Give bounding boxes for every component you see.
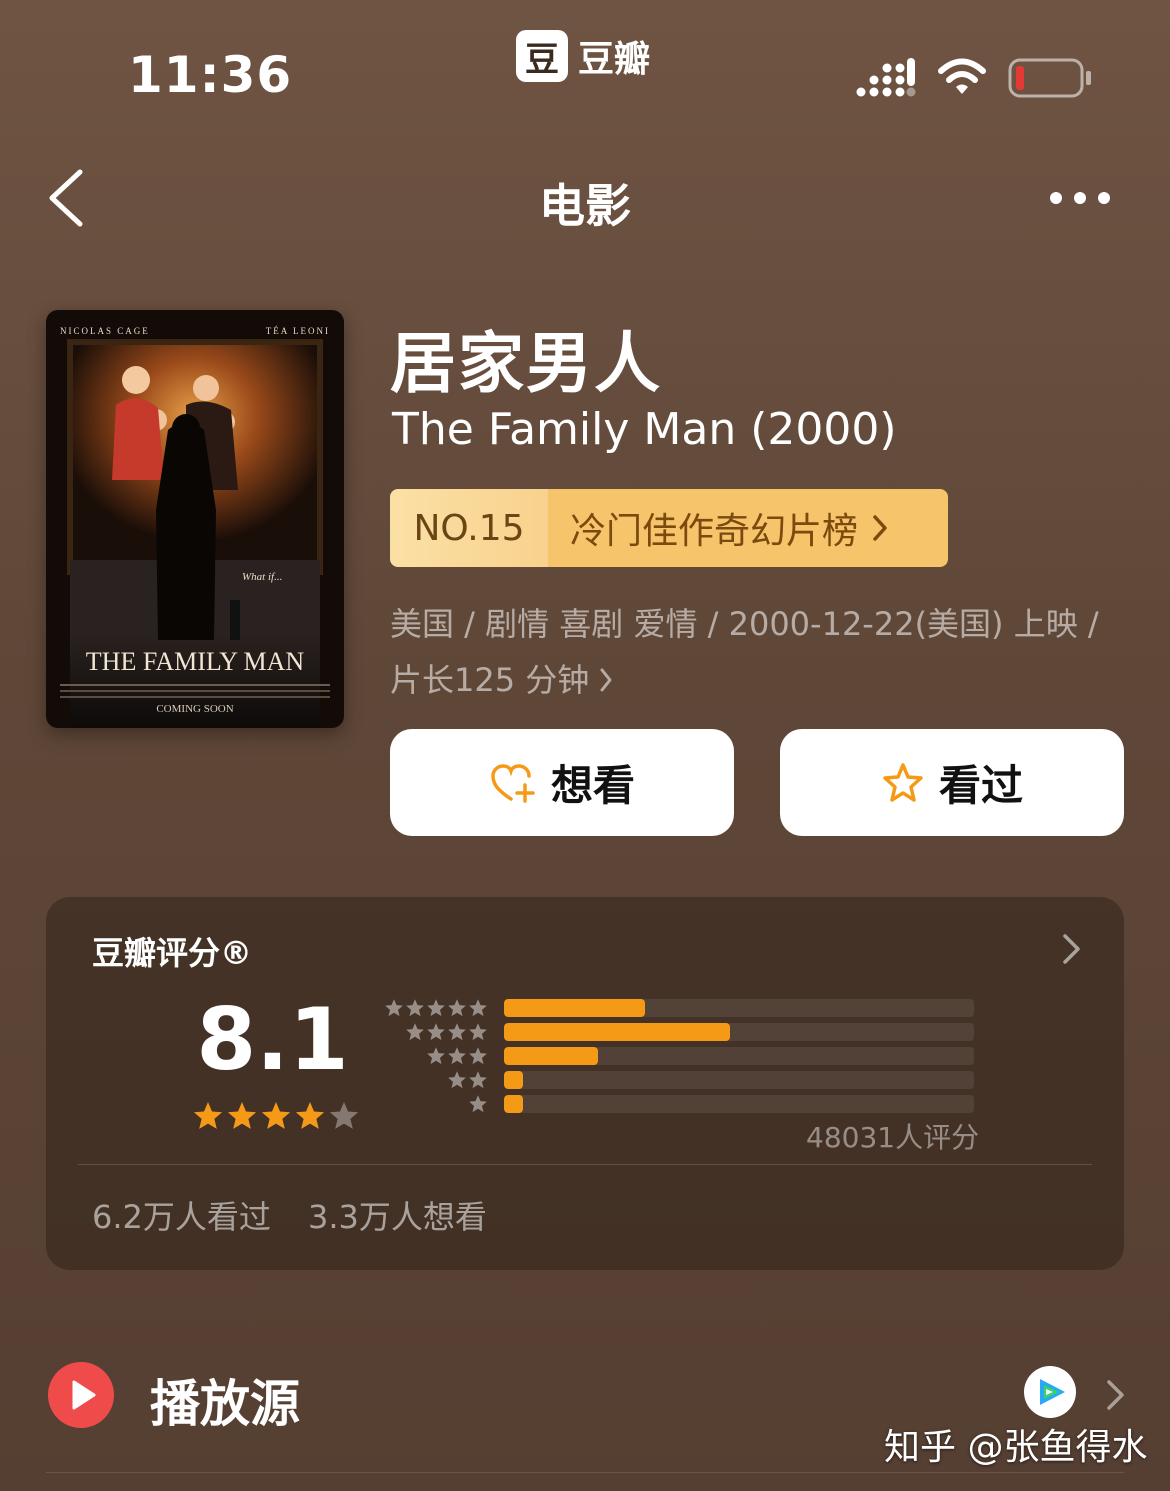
rating-row-2-star xyxy=(384,1070,974,1090)
rating-bar-fill xyxy=(504,1023,730,1041)
star-icon xyxy=(295,1102,325,1129)
heart-plus-icon xyxy=(491,763,535,803)
star-icon xyxy=(469,1095,487,1113)
star-icon xyxy=(193,1102,223,1129)
rating-row-3-star xyxy=(384,1046,974,1066)
rating-bar-track xyxy=(504,999,974,1017)
star-icon xyxy=(448,1071,466,1089)
chevron-right-icon[interactable] xyxy=(1104,1378,1128,1412)
rating-bar-fill xyxy=(504,1047,598,1065)
rating-bar-track xyxy=(504,1023,974,1041)
seen-label: 看过 xyxy=(938,761,1023,810)
row-stars xyxy=(384,1070,488,1090)
app-name: 豆瓣 xyxy=(578,39,651,80)
rating-row-1-star xyxy=(384,1094,974,1114)
rating-bar-fill xyxy=(504,1071,523,1089)
rating-bar-track xyxy=(504,1095,974,1113)
star-icon xyxy=(406,1023,424,1041)
wifi-icon xyxy=(938,58,986,94)
rating-row-5-star xyxy=(384,998,974,1018)
want-label: 想看 xyxy=(550,761,635,810)
play-icon xyxy=(48,1362,114,1428)
rank-list-link[interactable]: 冷门佳作奇幻片榜 xyxy=(548,489,948,567)
star-icon xyxy=(329,1102,359,1129)
chevron-right-icon xyxy=(600,668,612,692)
star-icon xyxy=(469,1047,487,1065)
divider xyxy=(46,1472,1124,1473)
rank-badge[interactable]: NO.15 冷门佳作奇幻片榜 xyxy=(390,489,948,567)
movie-meta: 美国 / 剧情 喜剧 爱情 / 2000-12-22(美国) 上映 / 片长12… xyxy=(390,596,1130,708)
star-outline-icon xyxy=(883,762,923,802)
row-stars xyxy=(384,1046,488,1066)
row-stars xyxy=(384,1022,488,1042)
divider xyxy=(78,1164,1092,1165)
rating-title: 豆瓣评分® xyxy=(92,934,253,972)
star-icon xyxy=(227,1102,257,1129)
poster-footer: COMING SOON xyxy=(156,703,233,715)
cellular-signal-icon xyxy=(856,58,916,97)
battery-icon xyxy=(1008,58,1091,98)
movie-original-title: The Family Man (2000) xyxy=(392,404,897,455)
runtime-text: 片长125 分钟 xyxy=(390,661,590,699)
app-logo: 豆 豆瓣 xyxy=(516,30,650,82)
want-to-watch-button[interactable]: 想看 xyxy=(390,729,734,836)
star-icon xyxy=(406,999,424,1017)
star-icon xyxy=(427,999,445,1017)
play-source-title[interactable]: 播放源 xyxy=(150,1364,300,1436)
douban-logo-icon: 豆 xyxy=(516,30,568,82)
star-icon xyxy=(427,1047,445,1065)
page-title: 电影 xyxy=(539,179,631,233)
star-icon xyxy=(427,1023,445,1041)
star-icon xyxy=(385,999,403,1017)
rating-bar-fill xyxy=(504,1095,523,1113)
watermark: 知乎 @张鱼得水 xyxy=(884,1427,1148,1468)
score-stars xyxy=(192,1100,360,1132)
star-icon xyxy=(448,1047,466,1065)
rating-row-4-star xyxy=(384,1022,974,1042)
star-icon xyxy=(261,1102,291,1129)
rank-list-label: 冷门佳作奇幻片榜 xyxy=(570,511,859,552)
poster-tagline: What if... xyxy=(242,571,282,583)
status-time: 11:36 xyxy=(128,46,293,104)
movie-title: 居家男人 xyxy=(390,325,662,402)
chevron-right-icon xyxy=(873,515,887,541)
rating-count: 48031人评分 xyxy=(806,1121,980,1154)
movie-poster[interactable]: NICOLAS CAGE TÉA LEONI What if... THE FA… xyxy=(46,310,344,728)
row-stars xyxy=(384,1094,488,1114)
poster-actor-left: NICOLAS CAGE xyxy=(60,326,150,336)
poster-actor-right: TÉA LEONI xyxy=(266,326,330,336)
star-icon xyxy=(448,1023,466,1041)
star-icon xyxy=(469,1071,487,1089)
star-icon xyxy=(469,1023,487,1041)
chevron-right-icon[interactable] xyxy=(1060,932,1084,966)
rating-bar-fill xyxy=(504,999,645,1017)
rating-bar-track xyxy=(504,1071,974,1089)
rank-number: NO.15 xyxy=(390,489,548,567)
watched-button[interactable]: 看过 xyxy=(780,729,1124,836)
meta-line-1: 美国 / 剧情 喜剧 爱情 / 2000-12-22(美国) 上映 / xyxy=(390,605,1099,643)
star-icon xyxy=(448,999,466,1017)
rating-bar-track xyxy=(504,1047,974,1065)
seen-count: 6.2万人看过 xyxy=(92,1198,271,1236)
star-icon xyxy=(469,999,487,1017)
row-stars xyxy=(384,998,488,1018)
want-count: 3.3万人想看 xyxy=(308,1198,487,1236)
meta-line-2[interactable]: 片长125 分钟 xyxy=(390,652,1130,708)
tencent-video-icon[interactable] xyxy=(1024,1366,1076,1418)
more-icon[interactable] xyxy=(1046,188,1114,208)
poster-title: THE FAMILY MAN xyxy=(86,647,305,676)
